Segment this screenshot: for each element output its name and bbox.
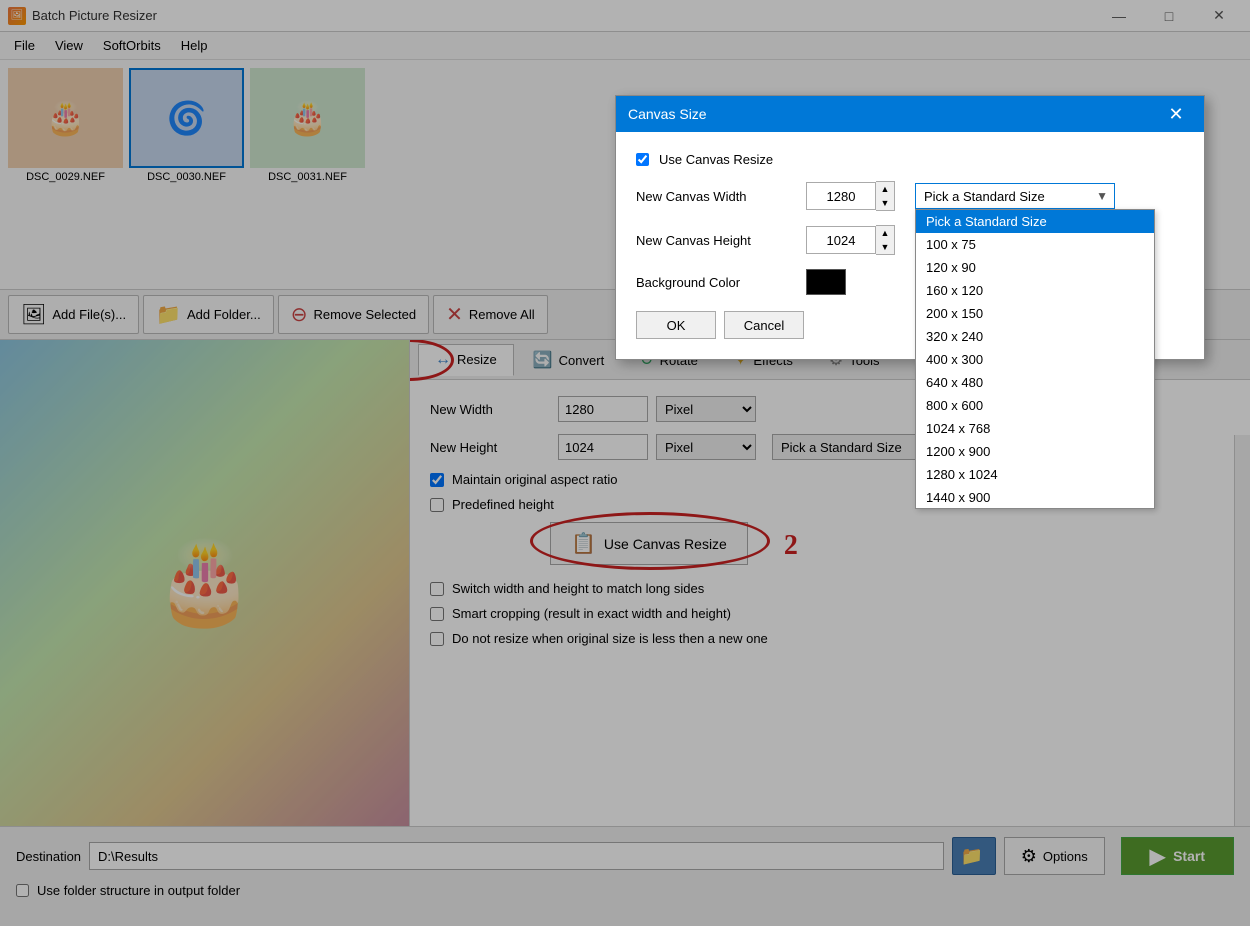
canvas-height-input[interactable] bbox=[806, 226, 876, 254]
dialog-ok-button[interactable]: OK bbox=[636, 311, 716, 339]
standard-size-container: Pick a Standard Size ▼ Pick a Standard S… bbox=[915, 183, 1115, 209]
width-spinner-buttons: ▲ ▼ bbox=[876, 181, 895, 211]
canvas-width-input[interactable] bbox=[806, 182, 876, 210]
standard-size-dropdown-trigger[interactable]: Pick a Standard Size ▼ bbox=[915, 183, 1115, 209]
dropdown-item-1024x768[interactable]: 1024 x 768 bbox=[916, 417, 1154, 440]
dialog-use-canvas-row: Use Canvas Resize bbox=[636, 152, 1184, 167]
dialog-overlay: Canvas Size ✕ Use Canvas Resize New Canv… bbox=[0, 0, 1250, 926]
dialog-title: Canvas Size bbox=[628, 106, 1160, 122]
dialog-cancel-button[interactable]: Cancel bbox=[724, 311, 804, 339]
dialog-use-canvas-checkbox[interactable] bbox=[636, 153, 649, 166]
dropdown-arrow-icon: ▼ bbox=[1090, 189, 1114, 203]
dialog-width-row: New Canvas Width ▲ ▼ Pick a Standard Siz… bbox=[636, 181, 1184, 211]
dropdown-item-pick[interactable]: Pick a Standard Size bbox=[916, 210, 1154, 233]
standard-size-dropdown-list[interactable]: Pick a Standard Size 100 x 75 120 x 90 1… bbox=[915, 209, 1155, 509]
width-decrement-button[interactable]: ▼ bbox=[876, 196, 894, 210]
height-increment-button[interactable]: ▲ bbox=[876, 226, 894, 240]
standard-size-selected: Pick a Standard Size bbox=[916, 187, 1090, 206]
dialog-titlebar: Canvas Size ✕ bbox=[616, 96, 1204, 132]
dialog-width-label: New Canvas Width bbox=[636, 189, 796, 204]
dropdown-item-120x90[interactable]: 120 x 90 bbox=[916, 256, 1154, 279]
dropdown-item-320x240[interactable]: 320 x 240 bbox=[916, 325, 1154, 348]
dropdown-item-160x120[interactable]: 160 x 120 bbox=[916, 279, 1154, 302]
height-spinner-buttons: ▲ ▼ bbox=[876, 225, 895, 255]
dropdown-item-800x600[interactable]: 800 x 600 bbox=[916, 394, 1154, 417]
height-decrement-button[interactable]: ▼ bbox=[876, 240, 894, 254]
dropdown-item-1440x900[interactable]: 1440 x 900 bbox=[916, 486, 1154, 509]
dropdown-item-640x480[interactable]: 640 x 480 bbox=[916, 371, 1154, 394]
canvas-size-dialog: Canvas Size ✕ Use Canvas Resize New Canv… bbox=[615, 95, 1205, 360]
dropdown-item-400x300[interactable]: 400 x 300 bbox=[916, 348, 1154, 371]
width-increment-button[interactable]: ▲ bbox=[876, 182, 894, 196]
canvas-height-spinner: ▲ ▼ bbox=[806, 225, 895, 255]
dropdown-item-200x150[interactable]: 200 x 150 bbox=[916, 302, 1154, 325]
dialog-close-button[interactable]: ✕ bbox=[1160, 98, 1192, 130]
dialog-body: Use Canvas Resize New Canvas Width ▲ ▼ P… bbox=[616, 132, 1204, 359]
background-color-swatch[interactable] bbox=[806, 269, 846, 295]
dropdown-item-100x75[interactable]: 100 x 75 bbox=[916, 233, 1154, 256]
dialog-use-canvas-label: Use Canvas Resize bbox=[659, 152, 773, 167]
dialog-bg-color-label: Background Color bbox=[636, 275, 796, 290]
canvas-width-spinner: ▲ ▼ bbox=[806, 181, 895, 211]
dropdown-item-1200x900[interactable]: 1200 x 900 bbox=[916, 440, 1154, 463]
dialog-height-label: New Canvas Height bbox=[636, 233, 796, 248]
dropdown-item-1280x1024[interactable]: 1280 x 1024 bbox=[916, 463, 1154, 486]
